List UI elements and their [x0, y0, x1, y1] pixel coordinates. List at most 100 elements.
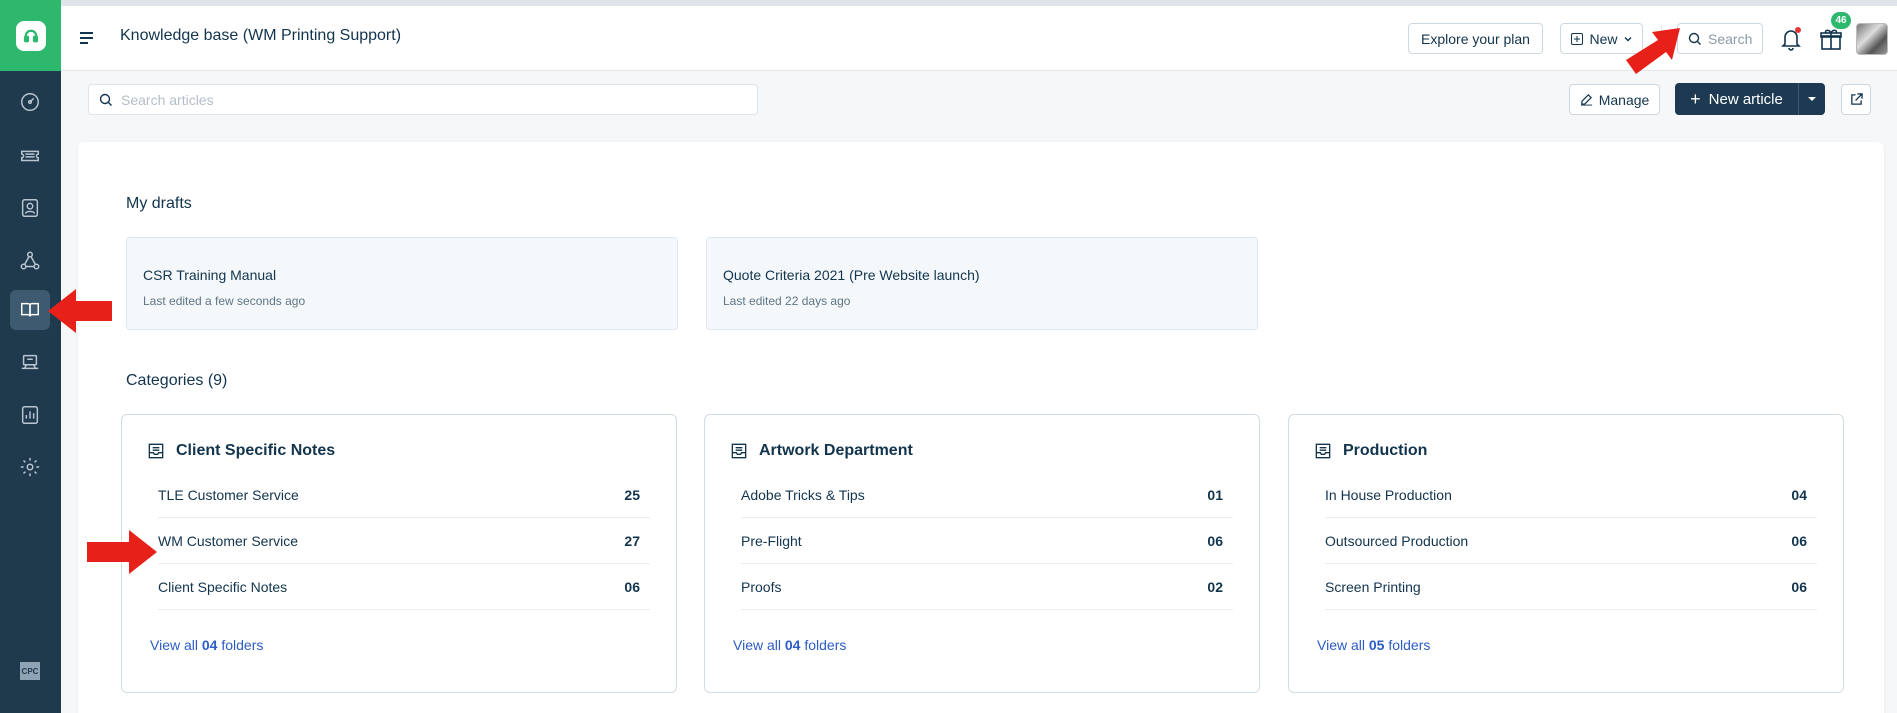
folder-name: In House Production	[1325, 486, 1452, 503]
folder-count: 06	[1791, 578, 1807, 595]
nav-tickets[interactable]	[10, 135, 50, 175]
nav-groups[interactable]	[10, 241, 50, 281]
reports-icon	[21, 406, 39, 424]
new-article-label: New article	[1708, 90, 1783, 108]
folder-count: 04	[1791, 486, 1807, 503]
dashboard-icon	[21, 93, 39, 111]
new-label: New	[1589, 30, 1618, 47]
settings-icon	[20, 457, 40, 477]
nav-dashboard[interactable]	[10, 82, 50, 122]
new-article-button[interactable]: + New article	[1675, 83, 1799, 115]
inbox-tray-icon	[731, 443, 747, 459]
caret-down-icon	[1808, 97, 1816, 101]
my-drafts-heading: My drafts	[126, 195, 192, 212]
draft-card[interactable]: CSR Training Manual Last edited a few se…	[126, 237, 678, 330]
view-all-suffix: folders	[221, 637, 264, 653]
folder-name: Screen Printing	[1325, 578, 1421, 595]
nav-knowledge-base[interactable]	[10, 290, 50, 330]
view-all-folders-link[interactable]: View all 04 folders	[733, 637, 846, 653]
folder-count: 02	[1207, 578, 1223, 595]
category-header[interactable]: Client Specific Notes	[146, 441, 335, 461]
folder-row[interactable]: In House Production 04	[1325, 472, 1817, 518]
folder-row[interactable]: Client Specific Notes 06	[158, 564, 650, 610]
folder-count: 01	[1207, 486, 1223, 503]
page-title: Knowledge base (WM Printing Support)	[120, 27, 402, 44]
draft-last-edited: Last edited a few seconds ago	[143, 294, 306, 308]
gift-icon[interactable]	[1818, 26, 1844, 52]
folder-name: Outsourced Production	[1325, 532, 1469, 549]
view-all-folders-link[interactable]: View all 04 folders	[150, 637, 263, 653]
nav-forums[interactable]	[10, 342, 50, 382]
user-avatar[interactable]	[1856, 23, 1888, 55]
folder-name: Client Specific Notes	[158, 578, 288, 595]
view-all-prefix: View all	[150, 637, 198, 653]
folder-count: 06	[1207, 532, 1223, 549]
category-name: Client Specific Notes	[176, 442, 336, 459]
open-portal-button[interactable]	[1841, 84, 1871, 115]
folder-name: Pre-Flight	[741, 532, 802, 549]
folder-name: Proofs	[741, 578, 782, 595]
nav-contacts[interactable]	[10, 188, 50, 228]
view-all-prefix: View all	[733, 637, 781, 653]
folder-row[interactable]: Adobe Tricks & Tips 01	[741, 472, 1233, 518]
view-all-count: 04	[201, 637, 218, 653]
contacts-icon	[21, 199, 39, 217]
search-label: Search	[1708, 30, 1753, 47]
folder-count: 27	[624, 532, 640, 549]
global-search-button[interactable]: Search	[1677, 23, 1763, 54]
folder-row[interactable]: WM Customer Service 27	[158, 518, 650, 564]
explore-plan-button[interactable]: Explore your plan	[1408, 23, 1543, 54]
view-all-suffix: folders	[804, 637, 847, 653]
new-article-split-button: + New article	[1675, 83, 1825, 115]
forums-icon	[21, 354, 39, 370]
folder-name: Adobe Tricks & Tips	[741, 486, 865, 503]
search-articles-input[interactable]	[121, 91, 721, 108]
notification-dot	[1795, 27, 1801, 33]
new-article-dropdown-toggle[interactable]	[1799, 83, 1825, 115]
category-header[interactable]: Artwork Department	[729, 441, 913, 461]
category-card: Client Specific Notes TLE Customer Servi…	[121, 414, 677, 693]
folder-row[interactable]: TLE Customer Service 25	[158, 472, 650, 518]
nav-reports[interactable]	[10, 395, 50, 435]
search-articles-field[interactable]	[88, 84, 758, 115]
menu-icon[interactable]	[79, 30, 95, 46]
folder-name: WM Customer Service	[158, 532, 299, 549]
annotation-arrow-diagonal	[1626, 28, 1680, 74]
folder-row[interactable]: Outsourced Production 06	[1325, 518, 1817, 564]
category-card: Artwork Department Adobe Tricks & Tips 0…	[704, 414, 1260, 693]
folder-row[interactable]: Screen Printing 06	[1325, 564, 1817, 610]
main-content: My drafts CSR Training Manual Last edite…	[78, 142, 1884, 713]
folder-name: TLE Customer Service	[158, 486, 299, 503]
view-all-prefix: View all	[1317, 637, 1365, 653]
category-name: Artwork Department	[759, 442, 913, 459]
view-all-count: 04	[784, 637, 801, 653]
gift-count-badge: 46	[1831, 12, 1851, 29]
draft-last-edited: Last edited 22 days ago	[723, 294, 851, 308]
view-all-folders-link[interactable]: View all 05 folders	[1317, 637, 1430, 653]
account-badge[interactable]: CPC	[20, 662, 40, 680]
draft-title: Quote Criteria 2021 (Pre Website launch)	[723, 267, 980, 283]
folder-row[interactable]: Pre-Flight 06	[741, 518, 1233, 564]
folder-count: 25	[624, 486, 640, 503]
folder-count: 06	[1791, 532, 1807, 549]
edit-icon	[1580, 94, 1592, 106]
draft-card[interactable]: Quote Criteria 2021 (Pre Website launch)…	[706, 237, 1258, 330]
annotation-arrow-right	[87, 530, 157, 574]
headset-icon	[15, 20, 46, 51]
nav-settings[interactable]	[10, 447, 50, 487]
tickets-icon	[21, 150, 39, 162]
view-all-count: 05	[1368, 637, 1385, 653]
manage-label: Manage	[1598, 91, 1650, 108]
manage-button[interactable]: Manage	[1569, 84, 1660, 115]
category-header[interactable]: Production	[1313, 441, 1427, 461]
categories-heading: Categories (9)	[126, 372, 228, 389]
folder-row[interactable]: Proofs 02	[741, 564, 1233, 610]
add-square-icon	[1571, 32, 1584, 45]
view-all-suffix: folders	[1388, 637, 1431, 653]
inbox-tray-icon	[148, 443, 164, 459]
inbox-tray-icon	[1315, 443, 1331, 459]
logo[interactable]	[0, 0, 61, 71]
category-card: Production In House Production 04 Outsou…	[1288, 414, 1844, 693]
category-name: Production	[1343, 442, 1428, 459]
search-icon	[99, 93, 112, 106]
